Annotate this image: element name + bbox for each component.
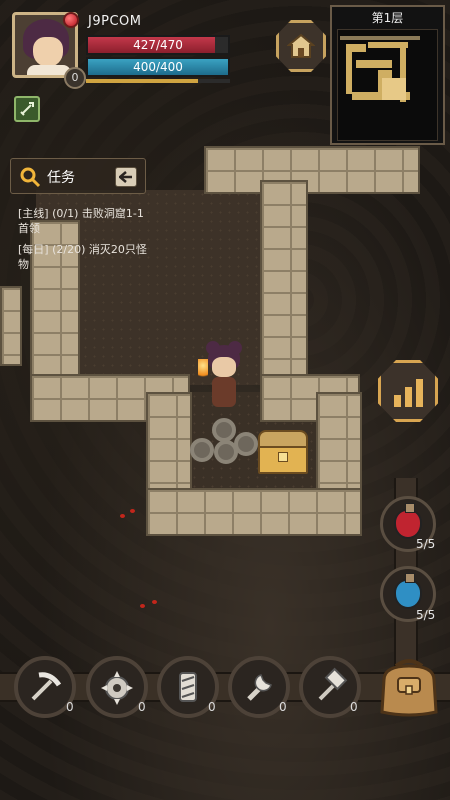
player-character[interactable] <box>198 341 246 413</box>
quest-title: 任务 <box>47 170 75 186</box>
avatar-face <box>33 37 63 67</box>
minimap[interactable]: 第1层 <box>330 5 445 145</box>
mp-bar: 400/400 <box>86 57 230 77</box>
pickaxe-count: 0 <box>66 700 74 714</box>
player-name: J9PCOM <box>88 14 142 29</box>
quest-panel[interactable]: 任务 <box>10 158 146 194</box>
house-icon <box>287 33 315 58</box>
minimap-room <box>382 78 406 100</box>
wall-top-right <box>204 146 420 194</box>
sword-skill-button[interactable] <box>14 96 40 122</box>
mana-potion-count: 5/5 <box>416 608 436 622</box>
pickaxe-icon <box>31 672 62 701</box>
quest-item-daily[interactable]: [每日] (2/20) 消灭20只怪物 <box>18 242 150 272</box>
hp-bar: 427/470 <box>86 35 230 55</box>
wrench-icon <box>247 674 272 701</box>
smoke-cloud[interactable] <box>190 418 260 468</box>
hammer-count: 0 <box>350 700 358 714</box>
wrench-count: 0 <box>279 700 287 714</box>
smoke-puff <box>190 438 214 462</box>
wall-room-bottom <box>146 488 362 536</box>
minimap-floor <box>356 60 392 68</box>
ember <box>152 600 157 604</box>
health-potion-icon <box>394 503 422 539</box>
search-icon <box>20 167 41 188</box>
minimap-area <box>337 29 438 141</box>
scroll-icon <box>179 672 197 702</box>
player-hair-bun <box>206 341 220 355</box>
mana-potion-icon <box>394 573 422 609</box>
level-badge: 0 <box>64 67 86 89</box>
torch <box>198 359 208 381</box>
player-hair-bun <box>228 341 242 355</box>
minimap-wall <box>340 36 420 40</box>
spiked-bomb-icon <box>101 671 133 705</box>
xp-bar <box>86 79 230 83</box>
ember <box>140 604 145 608</box>
gem-icon <box>63 12 79 28</box>
hp-text: 427/470 <box>133 38 183 52</box>
xp-bar-fill <box>86 79 199 83</box>
backpack-icon <box>380 659 438 717</box>
scroll-count: 0 <box>208 700 216 714</box>
player-face <box>212 357 236 377</box>
health-potion-count: 5/5 <box>416 537 436 551</box>
quest-item-main[interactable]: [主线] (0/1) 击败洞窟1-1首领 <box>18 206 150 236</box>
stats-bar-icon <box>415 379 423 407</box>
spiked-bomb-count: 0 <box>138 700 146 714</box>
wall-center-column <box>260 180 308 380</box>
player-body <box>212 377 236 407</box>
mp-text: 400/400 <box>133 60 183 74</box>
floor-label: 第1层 <box>371 11 404 25</box>
smoke-puff <box>234 432 258 456</box>
backpack-button[interactable] <box>376 656 442 718</box>
ember <box>130 509 135 513</box>
minimap-floor <box>346 44 352 94</box>
wall-left-stub <box>0 286 22 366</box>
sword-icon <box>20 102 34 116</box>
stats-bar-icon <box>404 387 412 407</box>
arrow-left-icon <box>119 171 132 183</box>
treasure-chest[interactable] <box>258 430 308 474</box>
collapse-button[interactable] <box>115 167 137 187</box>
smoke-puff <box>212 418 236 442</box>
stats-bar-icon <box>393 395 401 407</box>
hammer-icon <box>318 667 348 701</box>
ember <box>120 514 125 518</box>
chest-lock-icon <box>278 452 288 462</box>
